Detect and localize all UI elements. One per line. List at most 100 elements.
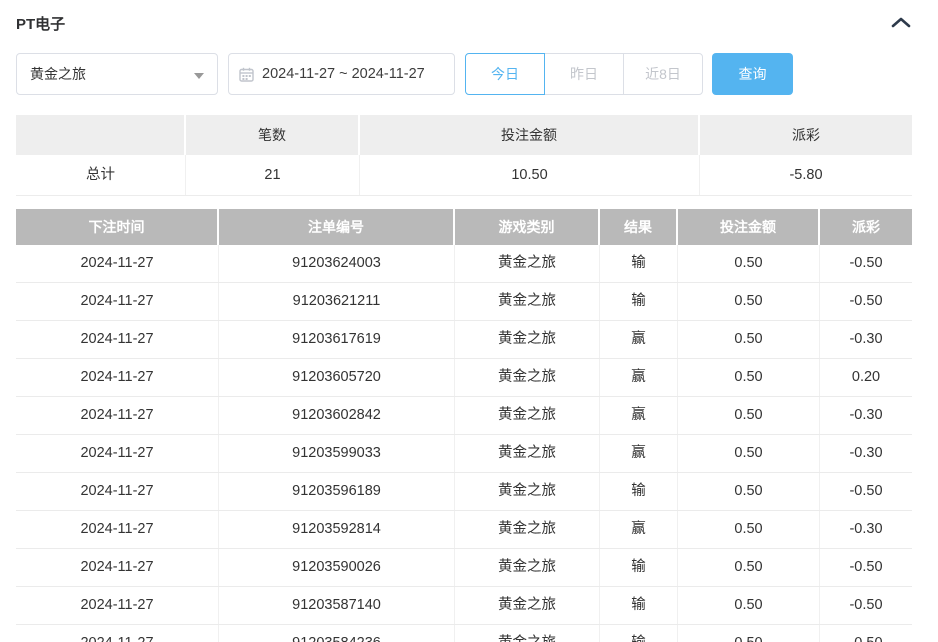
cell-bet-time: 2024-11-27 xyxy=(16,511,219,548)
cell-game-type: 黄金之旅 xyxy=(455,245,600,282)
calendar-icon xyxy=(239,67,254,82)
cell-game-type: 黄金之旅 xyxy=(455,321,600,358)
collapse-button[interactable] xyxy=(890,12,912,34)
cell-order-no: 91203596189 xyxy=(219,473,455,510)
cell-order-no: 91203590026 xyxy=(219,549,455,586)
table-row: 2024-11-27 91203617619 黄金之旅赢 0.50 -0.30 xyxy=(16,321,912,359)
cell-game-type: 黄金之旅 xyxy=(455,359,600,396)
summary-total-bet-amount: 10.50 xyxy=(360,155,700,195)
cell-order-no: 91203587140 xyxy=(219,587,455,624)
table-row: 2024-11-27 91203592814 黄金之旅赢 0.50 -0.30 xyxy=(16,511,912,549)
cell-payout: -0.50 xyxy=(849,483,883,499)
cell-bet-amount: 0.50 xyxy=(678,511,820,548)
cell-bet-amount: 0.50 xyxy=(678,321,820,358)
col-header-game-type: 游戏类别 xyxy=(455,209,600,245)
cell-result: 输 xyxy=(600,283,678,320)
cell-result: 赢 xyxy=(600,511,678,548)
cell-payout: 0.20 xyxy=(851,369,881,385)
cell-order-no: 91203592814 xyxy=(219,511,455,548)
cell-bet-time: 2024-11-27 xyxy=(16,359,219,396)
cell-payout: -0.30 xyxy=(849,407,883,423)
quick-range-group: 今日 昨日 近8日 xyxy=(465,53,703,95)
cell-order-no: 91203621211 xyxy=(219,283,455,320)
table-body: 2024-11-27 91203624003 黄金之旅输 0.50 -0.50 2024-… xyxy=(16,245,912,642)
summary-header-bet-amount: 投注金额 xyxy=(360,115,700,155)
cell-bet-time: 2024-11-27 xyxy=(16,245,219,282)
summary-header-row: 笔数 投注金额 派彩 xyxy=(16,115,912,155)
summary-total-label: 总计 xyxy=(16,155,186,195)
summary-table: 笔数 投注金额 派彩 总计 21 10.50 -5.80 xyxy=(16,115,912,196)
cell-game-type: 黄金之旅 xyxy=(455,473,600,510)
game-select[interactable]: 黄金之旅 xyxy=(16,53,218,95)
cell-bet-amount: 0.50 xyxy=(678,283,820,320)
chevron-up-icon xyxy=(891,16,911,31)
table-row: 2024-11-27 91203590026 黄金之旅输 0.50 -0.50 xyxy=(16,549,912,587)
cell-bet-time: 2024-11-27 xyxy=(16,321,219,358)
page-title: PT电子 xyxy=(16,15,66,33)
summary-total-count: 21 xyxy=(186,155,360,195)
cell-game-type: 黄金之旅 xyxy=(455,587,600,624)
table-row: 2024-11-27 91203624003 黄金之旅输 0.50 -0.50 xyxy=(16,245,912,283)
cell-bet-amount: 0.50 xyxy=(678,625,820,642)
date-range-value: 2024-11-27 ~ 2024-11-27 xyxy=(262,66,425,82)
cell-bet-amount: 0.50 xyxy=(678,245,820,282)
cell-result: 赢 xyxy=(600,321,678,358)
cell-result: 输 xyxy=(600,245,678,282)
cell-bet-time: 2024-11-27 xyxy=(16,283,219,320)
last-8-days-button[interactable]: 近8日 xyxy=(623,53,703,95)
cell-order-no: 91203584236 xyxy=(219,625,455,642)
cell-bet-time: 2024-11-27 xyxy=(16,435,219,472)
cell-game-type: 黄金之旅 xyxy=(455,435,600,472)
cell-game-type: 黄金之旅 xyxy=(455,283,600,320)
col-header-bet-amount: 投注金额 xyxy=(678,209,820,245)
caret-down-icon xyxy=(194,73,204,79)
summary-total-row: 总计 21 10.50 -5.80 xyxy=(16,155,912,196)
cell-bet-time: 2024-11-27 xyxy=(16,549,219,586)
cell-bet-time: 2024-11-27 xyxy=(16,473,219,510)
cell-game-type: 黄金之旅 xyxy=(455,625,600,642)
summary-header-count: 笔数 xyxy=(186,115,360,155)
cell-payout: -0.50 xyxy=(849,293,883,309)
panel-header: PT电子 xyxy=(16,12,912,34)
col-header-payout: 派彩 xyxy=(820,209,912,245)
summary-header-payout: 派彩 xyxy=(700,115,912,155)
cell-result: 赢 xyxy=(600,359,678,396)
cell-bet-amount: 0.50 xyxy=(678,435,820,472)
cell-order-no: 91203602842 xyxy=(219,397,455,434)
table-header-row: 下注时间 注单编号 游戏类别 结果 投注金额 派彩 xyxy=(16,209,912,245)
bet-records-table: 下注时间 注单编号 游戏类别 结果 投注金额 派彩 2024-11-27 9120… xyxy=(16,209,912,642)
report-panel: PT电子 黄金之旅 2024-11-27 ~ 2024-11-27 今日 昨日 … xyxy=(0,0,938,642)
date-range-picker[interactable]: 2024-11-27 ~ 2024-11-27 xyxy=(228,53,455,95)
table-row: 2024-11-27 91203596189 黄金之旅输 0.50 -0.50 xyxy=(16,473,912,511)
cell-order-no: 91203624003 xyxy=(219,245,455,282)
cell-payout: -0.50 xyxy=(820,625,912,642)
table-row: 2024-11-2791203584236黄金之旅输0.50-0.50 xyxy=(16,625,912,642)
table-row: 2024-11-27 91203587140 黄金之旅输 0.50 -0.50 xyxy=(16,587,912,625)
cell-game-type: 黄金之旅 xyxy=(455,511,600,548)
search-button[interactable]: 查询 xyxy=(712,53,793,95)
cell-bet-amount: 0.50 xyxy=(678,397,820,434)
cell-result: 输 xyxy=(600,473,678,510)
cell-game-type: 黄金之旅 xyxy=(455,397,600,434)
summary-header-blank xyxy=(16,115,186,155)
cell-payout: -0.30 xyxy=(849,521,883,537)
cell-result: 赢 xyxy=(600,397,678,434)
cell-game-type: 黄金之旅 xyxy=(455,549,600,586)
cell-bet-amount: 0.50 xyxy=(678,587,820,624)
cell-order-no: 91203617619 xyxy=(219,321,455,358)
col-header-order-no: 注单编号 xyxy=(219,209,455,245)
cell-order-no: 91203599033 xyxy=(219,435,455,472)
yesterday-button[interactable]: 昨日 xyxy=(544,53,624,95)
today-button[interactable]: 今日 xyxy=(465,53,545,95)
cell-payout: -0.30 xyxy=(849,445,883,461)
cell-payout: -0.50 xyxy=(849,597,883,613)
table-row: 2024-11-27 91203621211 黄金之旅输 0.50 -0.50 xyxy=(16,283,912,321)
game-select-value: 黄金之旅 xyxy=(30,66,86,82)
table-row: 2024-11-27 91203605720 黄金之旅赢 0.50 0.20 xyxy=(16,359,912,397)
cell-bet-time: 2024-11-27 xyxy=(16,397,219,434)
cell-result: 赢 xyxy=(600,435,678,472)
cell-bet-time: 2024-11-27 xyxy=(16,587,219,624)
cell-payout: -0.50 xyxy=(849,559,883,575)
col-header-result: 结果 xyxy=(600,209,678,245)
table-row: 2024-11-27 91203599033 黄金之旅赢 0.50 -0.30 xyxy=(16,435,912,473)
